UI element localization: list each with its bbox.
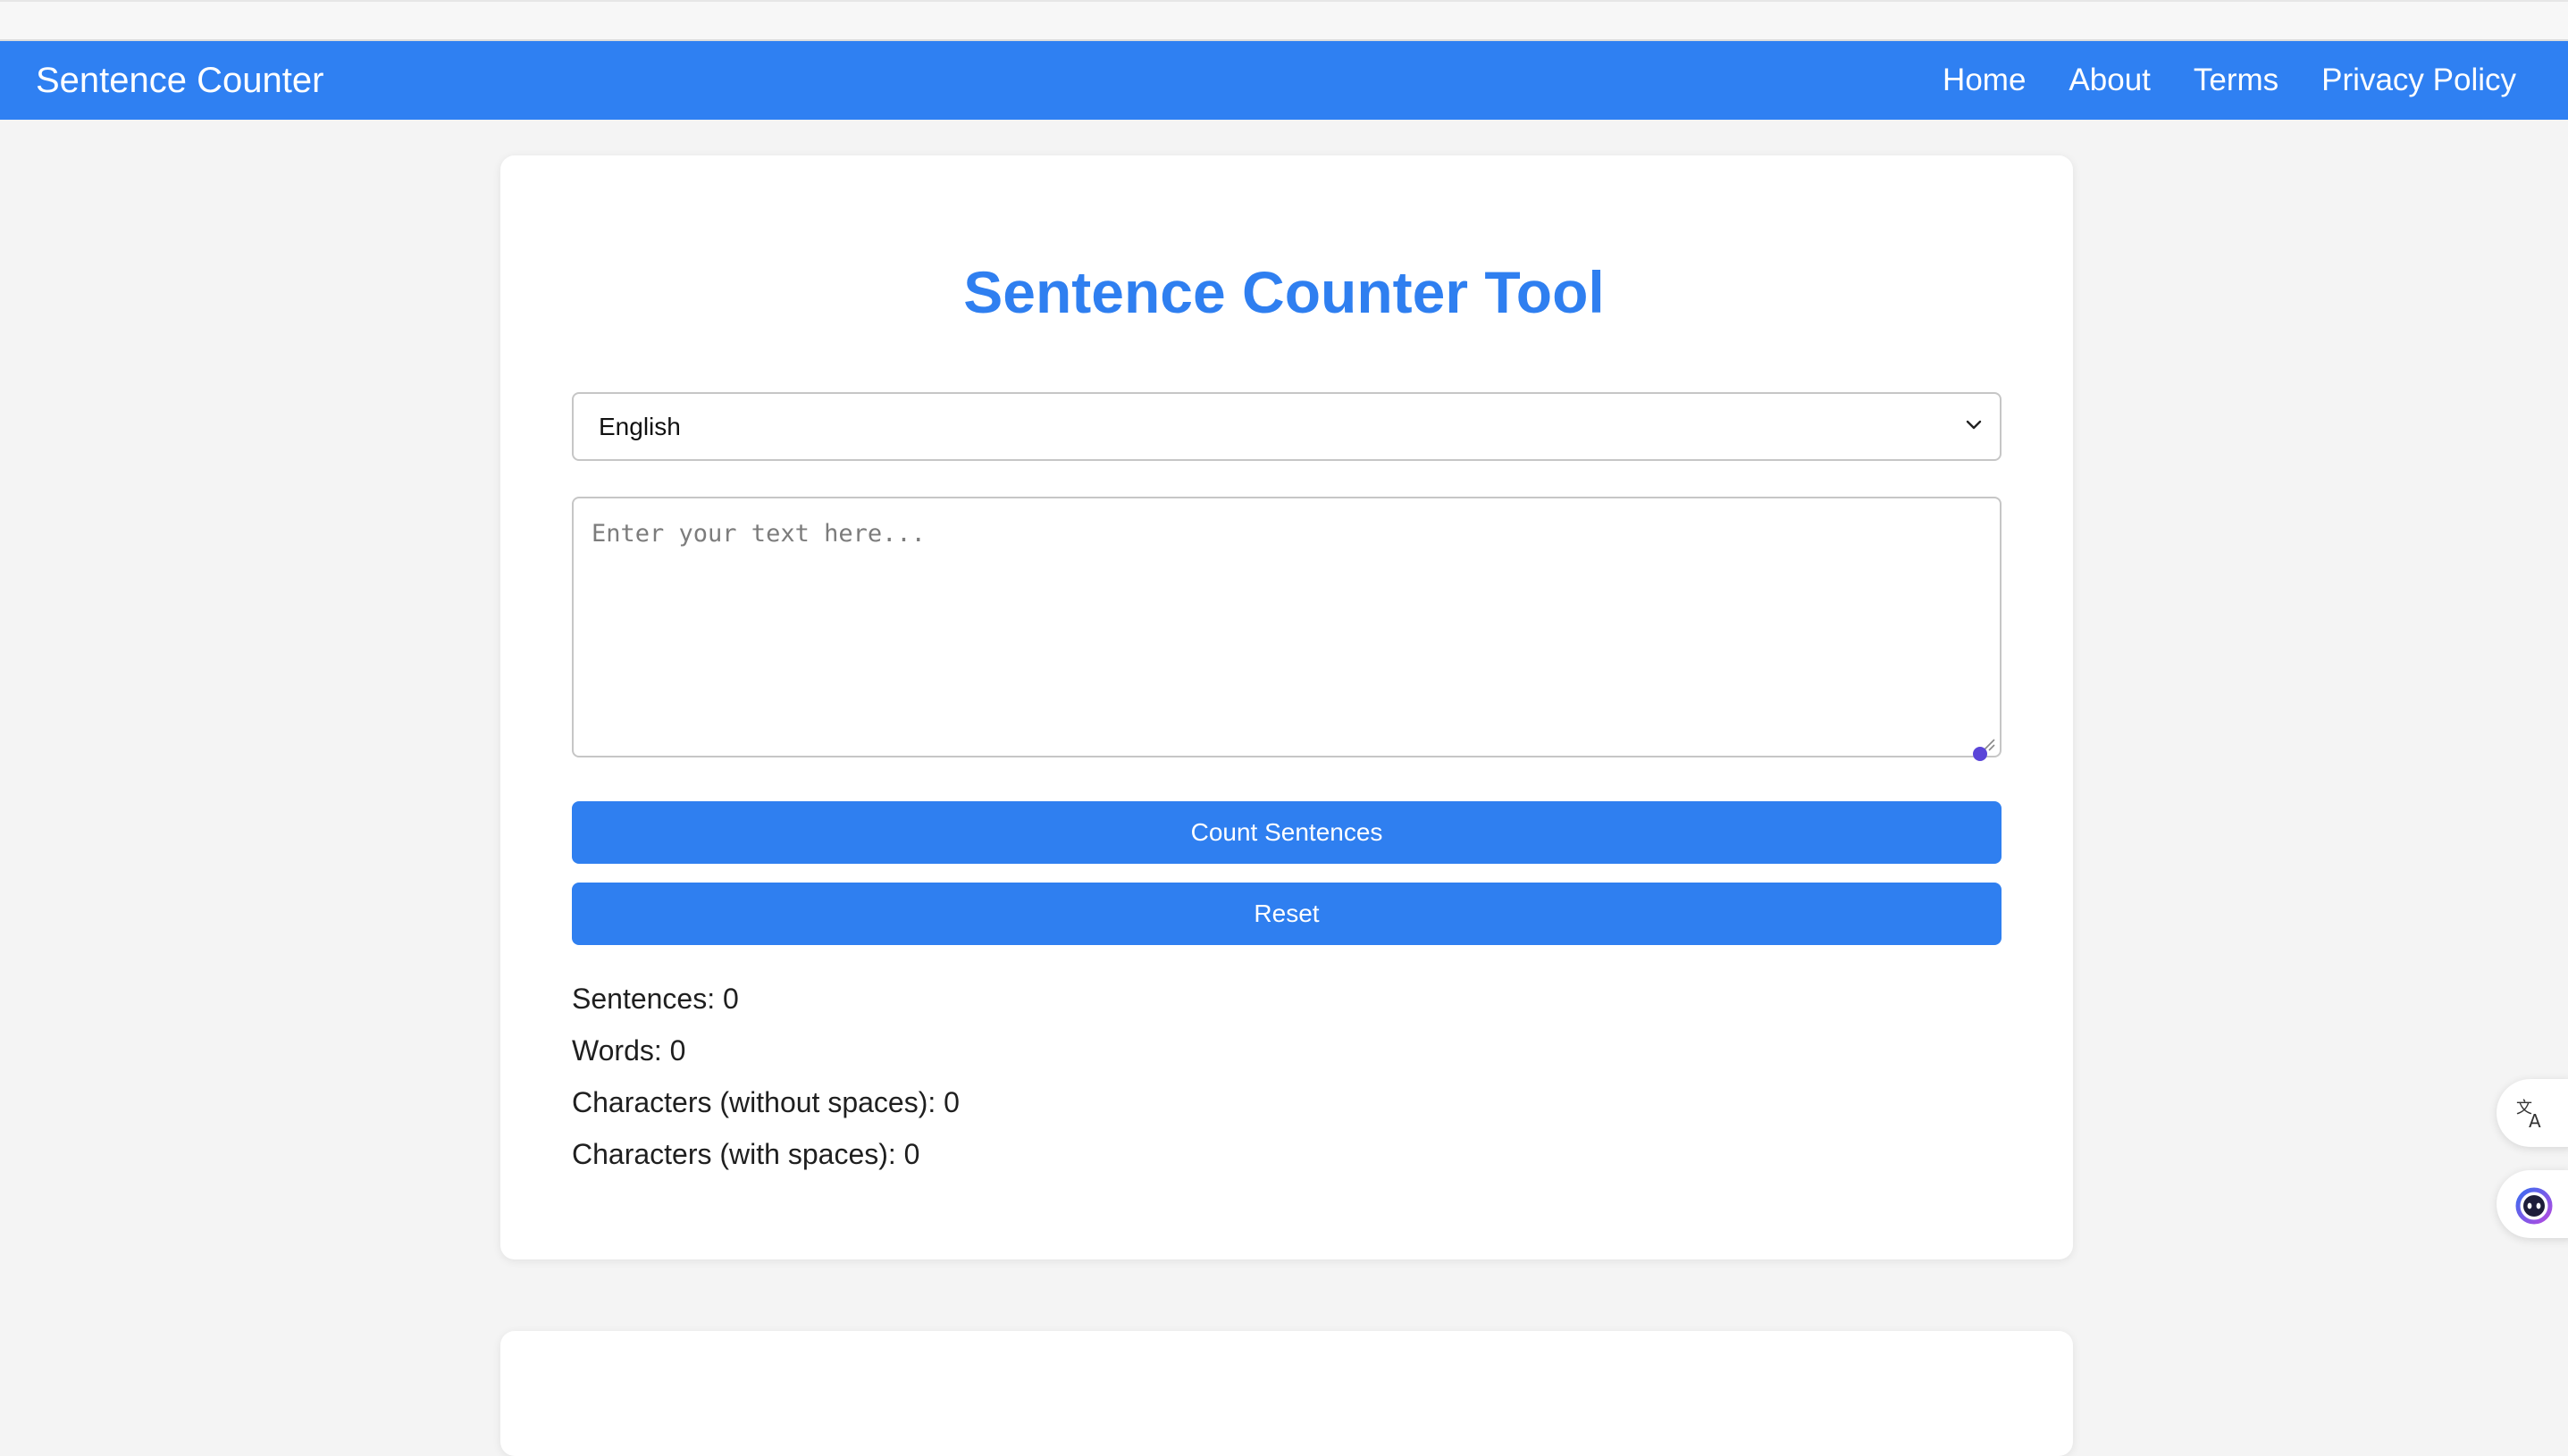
stat-characters-without-spaces: Characters (without spaces): 0 — [572, 1086, 960, 1118]
nav-links: Home About Terms Privacy Policy — [1943, 41, 2516, 120]
count-sentences-button[interactable]: Count Sentences — [572, 801, 2002, 864]
translate-icon: 文 A — [2516, 1099, 2541, 1131]
navbar: Sentence Counter Home About Terms Privac… — [0, 41, 2568, 120]
page-title: Sentence Counter Tool — [963, 259, 1605, 325]
text-input-placeholder: Enter your text here... — [592, 520, 926, 548]
nav-link-about[interactable]: About — [2069, 41, 2150, 120]
stat-characters-with-spaces: Characters (with spaces): 0 — [572, 1138, 920, 1170]
language-select[interactable]: English — [572, 392, 2002, 461]
brand-link[interactable]: Sentence Counter — [36, 41, 323, 120]
chevron-down-icon — [1966, 420, 1982, 430]
browser-top-strip — [0, 0, 2568, 41]
language-select-value: English — [599, 413, 681, 440]
nav-link-privacy-policy[interactable]: Privacy Policy — [2321, 41, 2516, 120]
assistant-face-icon — [2515, 1187, 2553, 1225]
reset-button[interactable]: Reset — [572, 883, 2002, 945]
grammar-indicator-dot[interactable] — [1973, 747, 1987, 761]
stat-words: Words: 0 — [572, 1034, 686, 1067]
nav-link-home[interactable]: Home — [1943, 41, 2026, 120]
nav-link-terms[interactable]: Terms — [2194, 41, 2278, 120]
translate-widget-button[interactable]: 文 A — [2497, 1079, 2568, 1147]
text-input[interactable]: Enter your text here... — [572, 497, 2002, 757]
stat-sentences: Sentences: 0 — [572, 983, 739, 1015]
assistant-widget-button[interactable] — [2497, 1170, 2568, 1238]
secondary-card — [500, 1331, 2073, 1456]
svg-text:A: A — [2529, 1110, 2541, 1131]
